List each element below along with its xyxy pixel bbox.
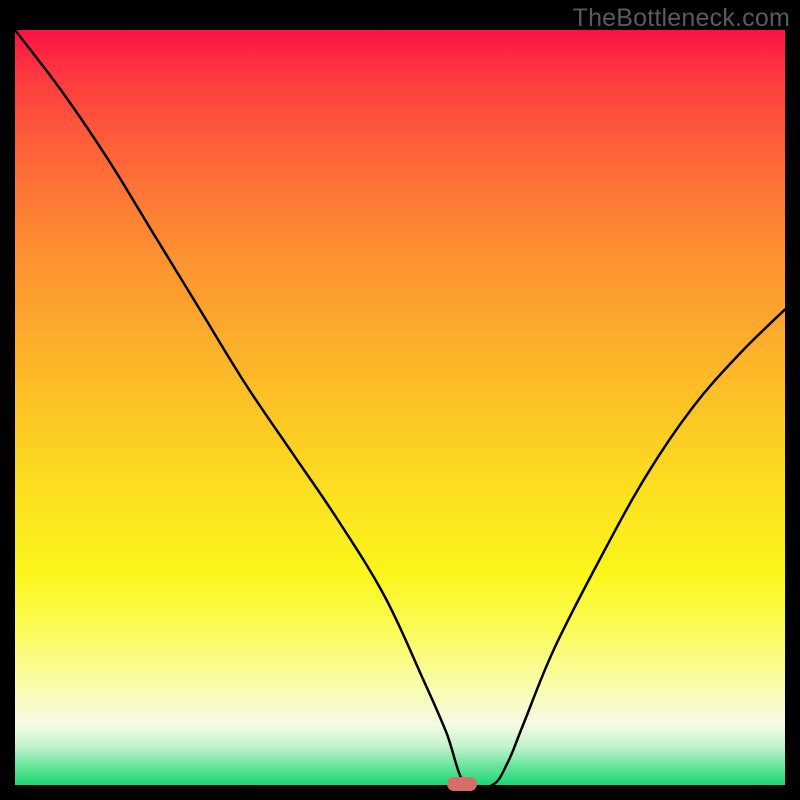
bottleneck-curve: [15, 30, 785, 785]
optimal-marker: [447, 777, 477, 791]
chart-frame: TheBottleneck.com: [0, 0, 800, 800]
watermark-text: TheBottleneck.com: [573, 4, 790, 33]
plot-area: [15, 30, 785, 785]
